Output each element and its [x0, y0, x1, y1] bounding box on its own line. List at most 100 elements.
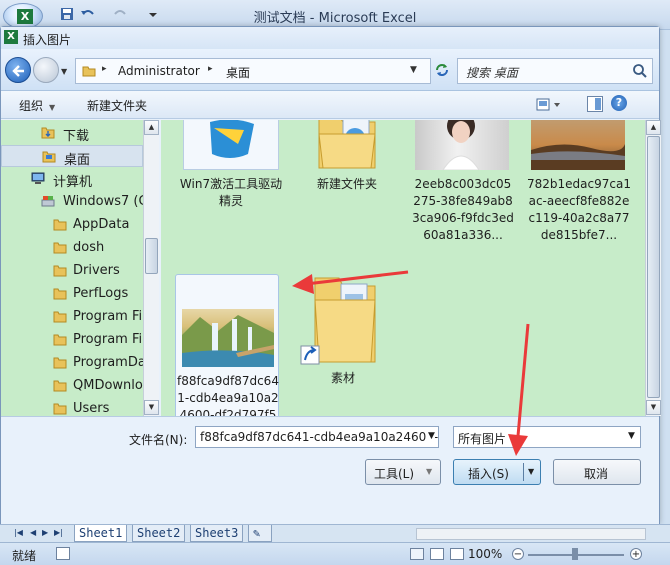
file-item[interactable]: Win7激活工具驱动精灵	[179, 120, 283, 234]
tree-item-computer[interactable]: 计算机	[1, 168, 143, 190]
tree-item-program-files[interactable]: Program File	[1, 306, 154, 328]
help-icon[interactable]: ?	[611, 95, 627, 111]
first-sheet-icon[interactable]: |◀	[14, 528, 23, 537]
refresh-icon[interactable]	[433, 61, 451, 79]
scroll-up-icon[interactable]: ▲	[144, 120, 159, 135]
next-sheet-icon[interactable]: ▶	[42, 528, 48, 537]
filename-label: 文件名(N):	[129, 433, 188, 447]
search-input[interactable]: 搜索 桌面	[457, 58, 653, 84]
file-name: 新建文件夹	[316, 177, 377, 191]
activator-app-icon	[183, 120, 279, 170]
chevron-down-icon: ▼	[49, 103, 56, 112]
address-dropdown-icon[interactable]: ▼	[410, 65, 417, 75]
folder-icon	[53, 287, 67, 300]
folder-icon	[53, 218, 67, 231]
sheet-tab-bar: |◀ ◀ ▶ ▶| Sheet1 Sheet2 Sheet3 ✎	[0, 524, 670, 542]
tree-item-qmdownload[interactable]: QMDownloa	[1, 375, 151, 397]
zoom-in-icon[interactable]: +	[630, 548, 642, 560]
organize-label: 组织	[19, 99, 44, 113]
portrait-photo-thumbnail	[415, 120, 509, 171]
preview-pane-icon[interactable]	[587, 96, 603, 112]
tab-sheet3[interactable]: Sheet3	[190, 525, 244, 542]
filename-input[interactable]: f88fca9df87dc641-cdb4ea9a10a24600- ▼	[195, 426, 439, 448]
page-break-view-icon[interactable]	[450, 548, 464, 560]
insert-sheet-icon[interactable]: ✎	[248, 525, 272, 542]
file-item[interactable]: 素材	[291, 274, 395, 394]
scroll-up-icon[interactable]: ▲	[646, 120, 661, 135]
zoom-level[interactable]: 100%	[468, 547, 502, 561]
file-name: Win7激活工具驱动精灵	[179, 177, 283, 208]
insert-button[interactable]: 插入(S) ▼	[453, 459, 541, 485]
tree-item-label: 下载	[63, 129, 90, 144]
tree-scrollbar[interactable]: ▲ ▼	[143, 120, 159, 416]
scroll-down-icon[interactable]: ▼	[646, 400, 661, 415]
tree-item-programdata[interactable]: ProgramDat	[1, 352, 151, 374]
last-sheet-icon[interactable]: ▶|	[54, 528, 63, 537]
file-item[interactable]: 782b1edac97ca1ac-aeecf8fe882ec119-40a2c8…	[527, 120, 631, 254]
breadcrumb-administrator[interactable]: Administrator	[118, 64, 200, 78]
breadcrumb-separator-icon[interactable]: ▸	[208, 64, 213, 74]
tree-item-program-files-x86[interactable]: Program File	[1, 329, 154, 351]
insert-options-chevron-icon[interactable]: ▼	[528, 467, 534, 476]
file-item-selected[interactable]: f88fca9df87dc641-cdb4ea9a10a24600-df2d79…	[175, 274, 279, 416]
file-list-scrollbar[interactable]: ▲ ▼	[645, 120, 661, 416]
tree-item-appdata[interactable]: AppData	[1, 214, 143, 236]
file-item[interactable]: 新建文件夹	[295, 120, 399, 234]
tree-item-label: ProgramDat	[73, 355, 151, 370]
file-item[interactable]: 2eeb8c003dc05275-38fe849ab83ca906-f9fdc3…	[411, 120, 515, 254]
tab-sheet2[interactable]: Sheet2	[132, 525, 186, 542]
tree-item-drive-c[interactable]: Windows7 (C:	[1, 191, 152, 213]
search-icon[interactable]	[632, 63, 648, 79]
tree-item-label: Windows7 (C:	[63, 194, 152, 209]
page-layout-view-icon[interactable]	[430, 548, 444, 560]
tree-item-label: 桌面	[64, 153, 91, 168]
waterfall-photo-thumbnail	[182, 309, 274, 367]
tree-item-perflogs[interactable]: PerfLogs	[1, 283, 143, 305]
status-bar: 就绪 100% − +	[0, 542, 670, 565]
folder-icon	[53, 356, 67, 369]
file-name: 2eeb8c003dc05275-38fe849ab83ca906-f9fdc3…	[412, 177, 514, 242]
organize-menu[interactable]: 组织 ▼	[19, 97, 55, 114]
zoom-slider-thumb[interactable]	[572, 548, 578, 560]
zoom-out-icon[interactable]: −	[512, 548, 524, 560]
chevron-down-icon[interactable]: ▼	[426, 431, 435, 441]
command-toolbar: 组织 ▼ 新建文件夹 ?	[1, 91, 659, 119]
tree-item-dosh[interactable]: dosh	[1, 237, 143, 259]
window-title: 测试文档 - Microsoft Excel	[253, 11, 417, 26]
forward-button[interactable]	[33, 57, 59, 83]
tools-label: 工具(L)	[374, 467, 415, 481]
file-type-select[interactable]: 所有图片 ▼	[453, 426, 641, 448]
address-bar[interactable]: ▸ Administrator ▸ 桌面 ▼	[75, 58, 431, 84]
horizontal-scrollbar[interactable]	[416, 528, 646, 540]
new-folder-button[interactable]: 新建文件夹	[87, 97, 147, 114]
scroll-down-icon[interactable]: ▼	[144, 400, 159, 415]
tree-item-label: PerfLogs	[73, 286, 129, 301]
folder-icon	[82, 64, 96, 78]
desktop-folder-icon	[42, 150, 56, 163]
macro-record-icon[interactable]	[56, 547, 70, 560]
file-list: Win7激活工具驱动精灵 新建文件夹 2eeb8c003dc05275-38fe…	[161, 120, 645, 416]
scroll-thumb[interactable]	[647, 136, 660, 398]
navigation-bar: ▼ ▸ Administrator ▸ 桌面 ▼ 搜索 桌面	[1, 49, 659, 91]
cancel-button[interactable]: 取消	[553, 459, 641, 485]
tree-item-users[interactable]: Users	[1, 398, 143, 416]
excel-small-icon: X	[4, 30, 18, 44]
breadcrumb-separator-icon[interactable]: ▸	[102, 64, 107, 74]
back-button[interactable]	[5, 57, 31, 83]
tree-item-downloads[interactable]: 下载	[1, 122, 143, 144]
tools-button[interactable]: 工具(L) ▼	[365, 459, 441, 485]
normal-view-icon[interactable]	[410, 548, 424, 560]
tree-item-label: Program File	[73, 309, 154, 324]
landscape-photo-thumbnail	[531, 120, 625, 170]
recent-pages-dropdown-icon[interactable]: ▼	[61, 67, 67, 76]
tree-item-label: QMDownloa	[73, 378, 151, 393]
scroll-thumb[interactable]	[145, 238, 158, 274]
folder-icon	[53, 310, 67, 323]
breadcrumb-desktop[interactable]: 桌面	[226, 64, 250, 81]
tree-item-desktop[interactable]: 桌面	[1, 145, 143, 168]
change-view-icon[interactable]	[535, 96, 563, 114]
folder-shortcut-icon	[299, 274, 379, 370]
prev-sheet-icon[interactable]: ◀	[30, 528, 36, 537]
tab-sheet1[interactable]: Sheet1	[74, 525, 128, 542]
tree-item-drivers[interactable]: Drivers	[1, 260, 143, 282]
